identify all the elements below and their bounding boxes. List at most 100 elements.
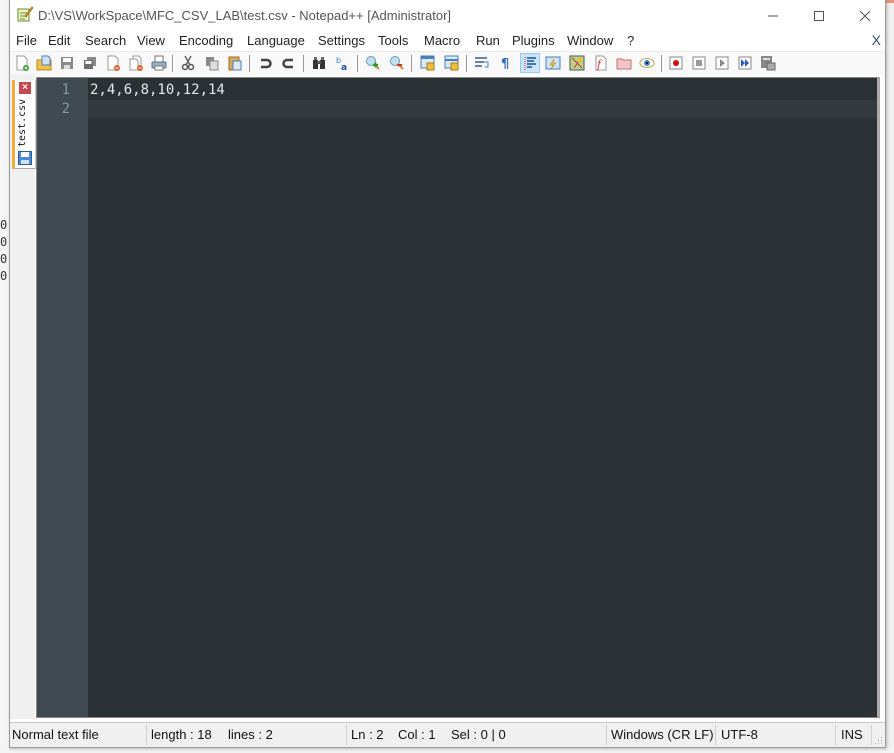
line-number: 2 bbox=[61, 101, 70, 117]
fast-forward-icon bbox=[738, 56, 752, 70]
udl-icon bbox=[545, 56, 561, 70]
replace-icon: ba bbox=[336, 56, 347, 71]
print-button[interactable] bbox=[150, 54, 168, 72]
binoculars-icon bbox=[313, 57, 325, 69]
document-map-button[interactable] bbox=[568, 54, 586, 72]
undo-icon bbox=[261, 58, 272, 69]
toolbar-separator bbox=[357, 55, 358, 72]
background-text: 0 bbox=[0, 218, 8, 232]
menu-file[interactable]: File bbox=[16, 33, 37, 48]
notepadpp-window: D:\VS\WorkSpace\MFC_CSV_LAB\test.csv - N… bbox=[9, 0, 886, 748]
user-defined-language-button[interactable] bbox=[544, 54, 562, 72]
paste-button[interactable] bbox=[226, 54, 244, 72]
open-folder-icon bbox=[36, 55, 52, 71]
line-number-gutter: 1 2 bbox=[37, 78, 88, 717]
menu-run[interactable]: Run bbox=[476, 33, 500, 48]
function-list-icon: f bbox=[595, 55, 607, 71]
menu-search[interactable]: Search bbox=[85, 33, 126, 48]
code-line: 2,4,6,8,10,12,14 bbox=[90, 82, 225, 98]
tab-close-icon[interactable]: × bbox=[19, 82, 31, 94]
status-file-type: Normal text file bbox=[12, 727, 99, 742]
new-file-button[interactable] bbox=[13, 54, 31, 72]
close-all-button[interactable] bbox=[127, 54, 145, 72]
toolbar: ba ¶ f bbox=[10, 51, 885, 75]
cut-button[interactable] bbox=[179, 54, 197, 72]
current-line-highlight bbox=[88, 100, 877, 118]
menu-bar: File Edit Search View Encoding Language … bbox=[10, 31, 885, 51]
indent-guide-button[interactable] bbox=[520, 53, 540, 73]
playback-button[interactable] bbox=[713, 54, 731, 72]
menu-encoding[interactable]: Encoding bbox=[179, 33, 233, 48]
stop-recording-button[interactable] bbox=[690, 54, 708, 72]
menu-window[interactable]: Window bbox=[567, 33, 613, 48]
open-file-button[interactable] bbox=[35, 54, 53, 72]
menu-plugins[interactable]: Plugins bbox=[512, 33, 555, 48]
redo-icon bbox=[282, 58, 293, 69]
save-button[interactable] bbox=[58, 54, 76, 72]
zoom-in-icon bbox=[366, 56, 380, 70]
word-wrap-button[interactable] bbox=[473, 54, 491, 72]
status-eol[interactable]: Windows (CR LF) bbox=[611, 727, 714, 742]
save-macro-icon bbox=[761, 56, 776, 71]
stop-icon bbox=[692, 56, 706, 70]
copy-icon bbox=[206, 57, 219, 71]
toolbar-separator bbox=[249, 55, 250, 72]
resize-grip-icon[interactable] bbox=[873, 735, 883, 745]
title-bar[interactable]: D:\VS\WorkSpace\MFC_CSV_LAB\test.csv - N… bbox=[10, 0, 885, 31]
sync-vertical-button[interactable] bbox=[419, 54, 437, 72]
save-macro-button[interactable] bbox=[759, 54, 777, 72]
save-all-button[interactable] bbox=[81, 54, 99, 72]
menu-edit[interactable]: Edit bbox=[48, 33, 70, 48]
status-divider bbox=[346, 725, 347, 745]
status-encoding[interactable]: UTF-8 bbox=[721, 727, 758, 742]
sync-horizontal-scroll-icon bbox=[444, 55, 459, 71]
status-length: length : 18 bbox=[151, 727, 212, 742]
start-recording-button[interactable] bbox=[667, 54, 685, 72]
editor[interactable]: 1 2 2,4,6,8,10,12,14 bbox=[36, 77, 880, 718]
undo-button[interactable] bbox=[256, 54, 274, 72]
sync-horizontal-button[interactable] bbox=[443, 54, 461, 72]
run-macro-multiple-button[interactable] bbox=[736, 54, 754, 72]
zoom-out-button[interactable] bbox=[388, 54, 406, 72]
menu-view[interactable]: View bbox=[137, 33, 165, 48]
replace-button[interactable]: ba bbox=[334, 54, 352, 72]
minimize-button[interactable] bbox=[750, 0, 796, 31]
sync-vertical-scroll-icon bbox=[420, 55, 435, 71]
menu-macro[interactable]: Macro bbox=[424, 33, 460, 48]
close-file-button[interactable] bbox=[104, 54, 122, 72]
find-button[interactable] bbox=[310, 54, 328, 72]
status-divider bbox=[835, 725, 836, 745]
eye-icon bbox=[639, 58, 655, 68]
tab-label: test.csv bbox=[17, 98, 28, 148]
menu-help[interactable]: ? bbox=[627, 33, 634, 48]
text-area[interactable]: 2,4,6,8,10,12,14 bbox=[88, 78, 877, 717]
close-document-button[interactable]: X bbox=[872, 32, 881, 48]
folder-icon bbox=[616, 58, 632, 70]
tab-test-csv[interactable]: × test.csv bbox=[12, 80, 36, 169]
folder-as-workspace-button[interactable] bbox=[615, 54, 633, 72]
menu-settings[interactable]: Settings bbox=[318, 33, 365, 48]
function-list-button[interactable]: f bbox=[592, 54, 610, 72]
status-lines: lines : 2 bbox=[228, 727, 273, 742]
close-all-icon bbox=[129, 55, 143, 71]
pilcrow-icon: ¶ bbox=[501, 57, 509, 71]
status-divider bbox=[715, 725, 716, 745]
play-icon bbox=[715, 56, 729, 70]
monitoring-button[interactable] bbox=[638, 54, 656, 72]
zoom-out-icon bbox=[390, 56, 404, 70]
redo-button[interactable] bbox=[280, 54, 298, 72]
maximize-button[interactable] bbox=[796, 0, 842, 31]
status-divider bbox=[146, 725, 147, 745]
menu-language[interactable]: Language bbox=[247, 33, 305, 48]
show-all-characters-button[interactable]: ¶ bbox=[497, 54, 515, 72]
zoom-in-button[interactable] bbox=[364, 54, 382, 72]
status-column: Col : 1 bbox=[398, 727, 436, 742]
indent-guide-icon bbox=[524, 57, 536, 70]
status-insert-mode[interactable]: INS bbox=[841, 727, 863, 742]
close-button[interactable] bbox=[842, 0, 888, 31]
close-file-icon bbox=[107, 55, 120, 71]
copy-button[interactable] bbox=[203, 54, 221, 72]
save-all-icon bbox=[84, 57, 96, 69]
new-file-icon bbox=[16, 55, 29, 71]
menu-tools[interactable]: Tools bbox=[378, 33, 408, 48]
